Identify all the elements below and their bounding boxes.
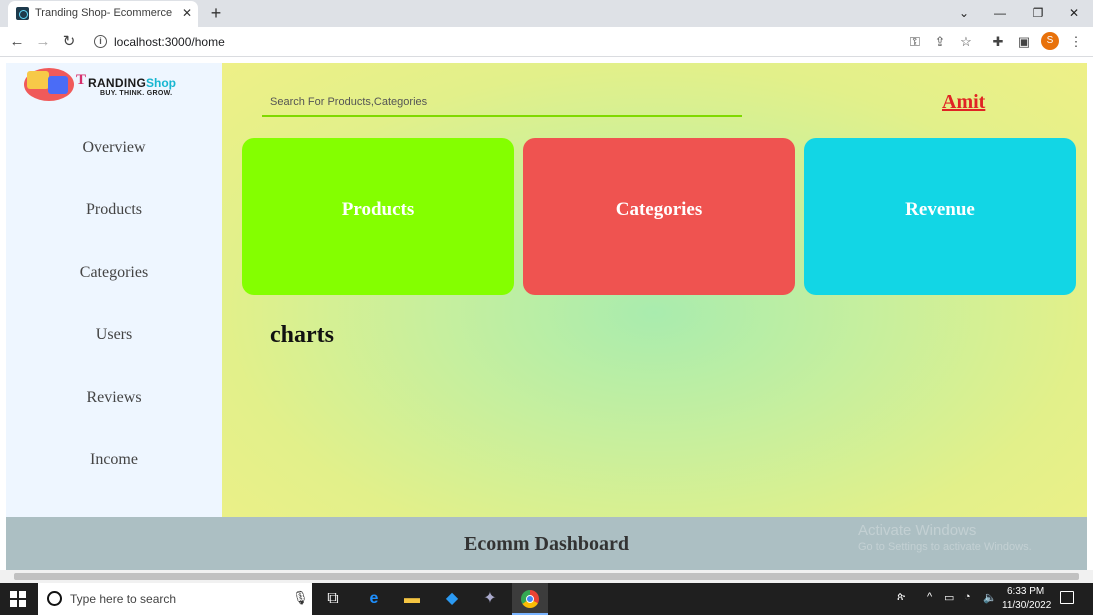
- revenue-card-label: Revenue: [905, 199, 975, 220]
- brand-logo[interactable]: T RANDING Shop BUY. THINK. GROW.: [24, 66, 194, 106]
- react-favicon-icon: [16, 7, 29, 20]
- sidebar-item-products[interactable]: Products: [6, 195, 222, 225]
- more-menu-icon[interactable]: ⋮: [1067, 33, 1085, 51]
- footer: Ecomm Dashboard Activate Windows Go to S…: [6, 517, 1087, 570]
- new-tab-button[interactable]: +: [206, 4, 226, 24]
- extensions-puzzle-icon[interactable]: ✚: [989, 33, 1007, 51]
- user-name-link[interactable]: Amit: [942, 91, 985, 114]
- sidebar-item-reviews[interactable]: Reviews: [6, 383, 222, 413]
- activate-windows-hint: Go to Settings to activate Windows.: [858, 541, 1032, 553]
- main-panel: Amit Products Categories Revenue charts: [222, 63, 1087, 517]
- horizontal-scrollbar[interactable]: [0, 570, 1093, 583]
- edge-browser-icon[interactable]: e: [356, 583, 392, 615]
- notifications-icon[interactable]: [1060, 591, 1074, 604]
- chevron-up-icon[interactable]: ^: [927, 591, 932, 603]
- tab-search-chevron-icon[interactable]: ⌄: [954, 4, 974, 22]
- task-view-icon[interactable]: ⧉: [315, 583, 351, 615]
- app-bird-icon[interactable]: ✦: [472, 583, 508, 615]
- logo-shop: Shop: [146, 76, 176, 90]
- restore-icon[interactable]: ❐: [1028, 4, 1048, 22]
- categories-card-label: Categories: [615, 199, 703, 220]
- bookmark-star-icon[interactable]: ☆: [957, 33, 975, 51]
- address-bar[interactable]: i localhost:3000/home: [86, 29, 896, 55]
- close-tab-icon[interactable]: ✕: [180, 6, 194, 20]
- sidebar-item-categories[interactable]: Categories: [6, 258, 222, 288]
- logo-letter: T: [76, 72, 87, 88]
- forward-arrow-icon[interactable]: →: [34, 33, 52, 51]
- taskbar-search-box[interactable]: Type here to search 🎙: [38, 583, 312, 615]
- clock-date[interactable]: 11/30/2022: [1002, 600, 1051, 611]
- site-info-icon[interactable]: i: [94, 35, 107, 48]
- profile-avatar[interactable]: S: [1041, 32, 1059, 50]
- categories-card[interactable]: Categories: [523, 138, 795, 295]
- side-panel-icon[interactable]: ▣: [1015, 33, 1033, 51]
- logo-name: RANDING: [88, 76, 147, 90]
- scrollbar-thumb[interactable]: [14, 573, 1079, 580]
- vscode-icon[interactable]: ◆: [434, 583, 470, 615]
- charts-heading: charts: [270, 322, 334, 348]
- taskbar-search-text: Type here to search: [70, 592, 177, 606]
- reload-icon[interactable]: ↻: [60, 33, 78, 51]
- sidebar-item-users[interactable]: Users: [6, 320, 222, 350]
- logo-tagline: BUY. THINK. GROW.: [100, 90, 173, 97]
- clock-time[interactable]: 6:33 PM: [1007, 586, 1044, 597]
- sidebar: T RANDING Shop BUY. THINK. GROW. Overvie…: [6, 63, 222, 517]
- cortana-circle-icon: [47, 591, 62, 606]
- search-input[interactable]: [262, 89, 742, 117]
- logo-badge-icon: [24, 68, 74, 101]
- people-icon[interactable]: ጵ: [897, 591, 905, 604]
- activate-windows-watermark: Activate Windows: [858, 522, 977, 539]
- chrome-taskbar-icon[interactable]: [512, 583, 548, 615]
- password-key-icon[interactable]: ⚿: [906, 33, 924, 51]
- windows-taskbar: Type here to search 🎙 ⧉ e ▬ ◆ ✦ ጵ ^ ▭ ◔ …: [0, 583, 1093, 615]
- microphone-icon[interactable]: 🎙: [292, 590, 309, 608]
- minimize-icon[interactable]: —: [990, 4, 1010, 22]
- browser-tab-bar: Tranding Shop- Ecommerce Dash ✕ + ⌄ — ❐ …: [0, 0, 1093, 27]
- browser-tab[interactable]: Tranding Shop- Ecommerce Dash ✕: [8, 1, 198, 27]
- revenue-card[interactable]: Revenue: [804, 138, 1076, 295]
- products-card-label: Products: [341, 199, 415, 220]
- windows-start-icon[interactable]: [10, 591, 26, 607]
- products-card[interactable]: Products: [242, 138, 514, 295]
- tab-title: Tranding Shop- Ecommerce Dash: [35, 7, 175, 19]
- page-content: T RANDING Shop BUY. THINK. GROW. Overvie…: [6, 63, 1087, 570]
- back-arrow-icon[interactable]: ←: [8, 33, 26, 51]
- wifi-icon[interactable]: ◔: [964, 591, 971, 603]
- sidebar-item-overview[interactable]: Overview: [6, 133, 222, 163]
- browser-toolbar: ← → ↻ i localhost:3000/home ⚿ ⇪ ☆ ✚ ▣ S …: [0, 27, 1093, 57]
- sidebar-item-income[interactable]: Income: [6, 445, 222, 475]
- file-explorer-icon[interactable]: ▬: [394, 583, 430, 615]
- close-window-icon[interactable]: ✕: [1064, 4, 1084, 22]
- share-icon[interactable]: ⇪: [931, 33, 949, 51]
- url-text: localhost:3000/home: [114, 35, 225, 49]
- battery-icon[interactable]: ▭: [944, 591, 954, 604]
- volume-icon[interactable]: 🔈: [983, 591, 997, 604]
